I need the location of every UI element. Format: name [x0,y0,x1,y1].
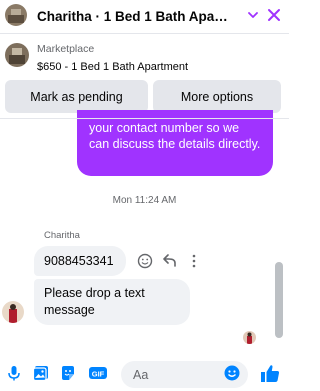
emoji-icon[interactable] [223,364,241,382]
sticker-icon[interactable] [59,364,77,382]
svg-text:GIF: GIF [92,369,105,378]
listing-title[interactable]: $650 - 1 Bed 1 Bath Apartment [37,61,188,73]
more-options-button[interactable]: More options [153,80,281,113]
gif-icon[interactable]: GIF [88,364,108,382]
more-icon[interactable] [192,254,196,268]
outgoing-message: your contact number so we can discuss th… [77,110,273,176]
marketplace-label: Marketplace [37,43,95,55]
chat-title[interactable]: Charitha · 1 Bed 1 Bath Apa… [37,9,234,24]
mic-icon[interactable] [5,364,23,382]
chat-header: Charitha · 1 Bed 1 Bath Apa… [0,0,289,34]
incoming-message: 9088453341 [34,246,126,276]
like-icon[interactable] [259,362,281,384]
sender-avatar[interactable] [2,301,24,323]
emoji-react-icon[interactable] [137,253,153,269]
header-divider [0,118,289,119]
listing-thumbnail[interactable] [5,43,29,67]
incoming-message: Please drop a text message [34,279,190,325]
close-icon[interactable] [265,6,283,24]
scrollbar[interactable] [275,262,283,338]
message-timestamp: Mon 11:24 AM [112,195,177,206]
mark-as-pending-button[interactable]: Mark as pending [5,80,148,113]
listing-avatar[interactable] [5,4,27,26]
message-actions [137,253,196,269]
message-input-placeholder: Aa [133,368,149,382]
reply-icon[interactable] [163,254,176,267]
sender-name: Charitha [44,230,80,241]
image-icon[interactable] [32,364,50,382]
seen-indicator-avatar [243,331,256,344]
chevron-down-icon[interactable] [246,8,260,22]
